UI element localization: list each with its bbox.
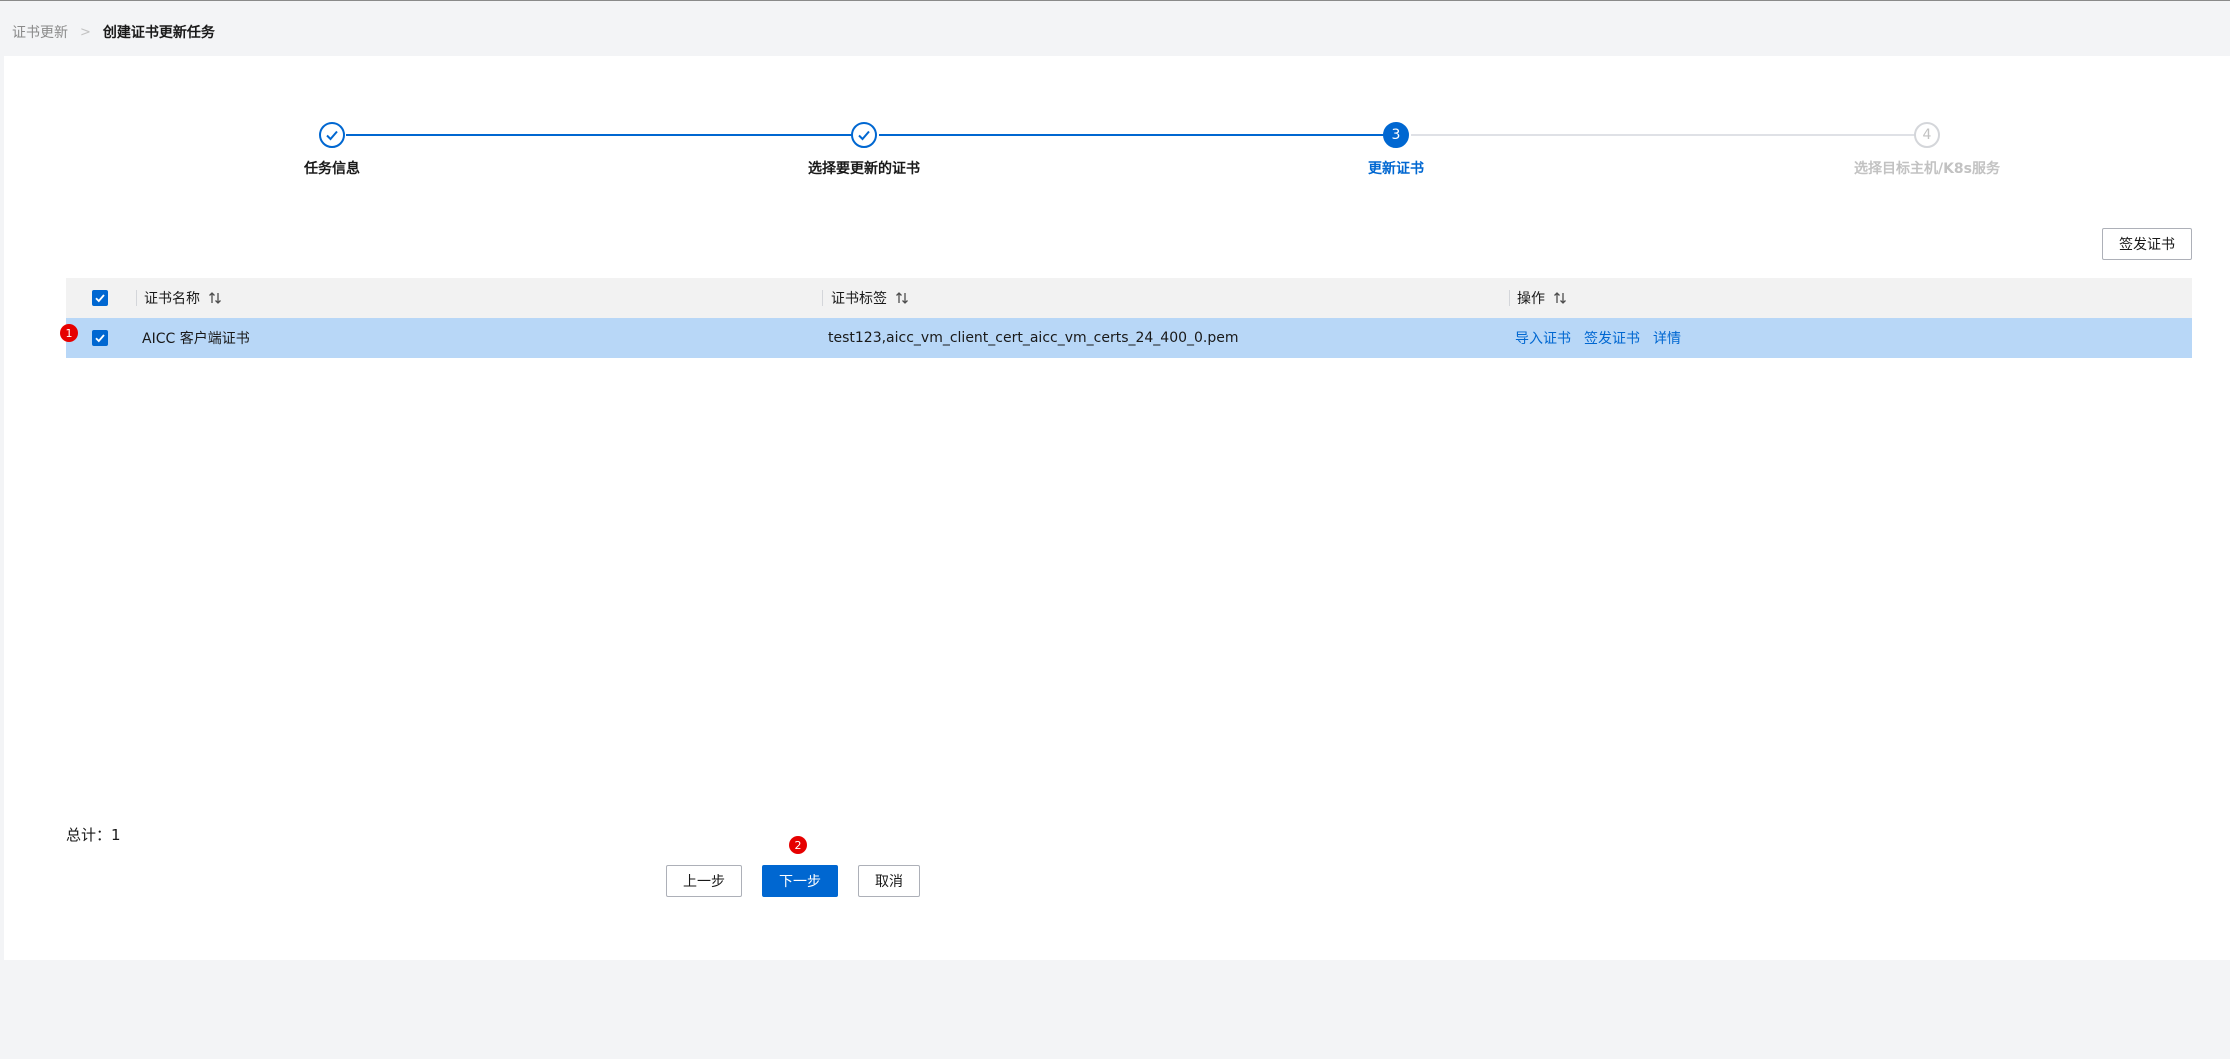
row-select-cell [92,318,108,358]
step-select-certs: 选择要更新的证书 [714,122,1014,178]
table-row[interactable]: AICC 客户端证书 test123,aicc_vm_client_cert_a… [66,318,2192,358]
column-divider [136,290,137,306]
cert-table: 证书名称 证书标签 操作 AICC 客户端证书 test123,aicc_vm_… [66,278,2192,358]
sort-icon[interactable] [208,291,222,305]
step-number: 4 [1914,122,1940,148]
table-header: 证书名称 证书标签 操作 [66,278,2192,318]
header-cert-name-label: 证书名称 [144,291,200,307]
step-task-info: 任务信息 [182,122,482,178]
step-number: 3 [1383,122,1409,148]
annotation-badge-2: 2 [789,836,807,854]
header-cert-label: 证书标签 [831,278,909,318]
sort-icon[interactable] [1553,291,1567,305]
import-cert-link[interactable]: 导入证书 [1515,328,1571,348]
header-cert-label-text: 证书标签 [831,291,887,307]
select-all-cell [92,278,108,318]
sort-icon[interactable] [895,291,909,305]
step-label: 选择要更新的证书 [808,161,920,177]
prev-step-button[interactable]: 上一步 [666,865,742,897]
header-actions: 操作 [1517,278,1567,318]
stepper: 任务信息 选择要更新的证书 3 更新证书 4 选择目标主机/K8s服务 [4,56,2230,196]
header-actions-label: 操作 [1517,291,1545,307]
select-all-checkbox[interactable] [92,290,108,306]
cert-name-cell: AICC 客户端证书 [142,331,250,347]
details-link[interactable]: 详情 [1653,328,1681,348]
row-checkbox[interactable] [92,330,108,346]
breadcrumb: 证书更新 > 创建证书更新任务 [12,22,215,42]
step-label: 选择目标主机/K8s服务 [1853,161,2001,177]
breadcrumb-separator: > [80,24,91,40]
step-check-icon [319,122,345,148]
breadcrumb-parent-link[interactable]: 证书更新 [12,22,68,42]
breadcrumb-current: 创建证书更新任务 [102,25,215,41]
window-top-border [0,0,2230,1]
actions-cell: 导入证书 签发证书 详情 [1515,318,1694,358]
column-divider [822,290,823,306]
issue-cert-link[interactable]: 签发证书 [1584,328,1640,348]
step-update-cert: 3 更新证书 [1246,122,1546,178]
main-panel: 任务信息 选择要更新的证书 3 更新证书 4 选择目标主机/K8s服务 签发证书 [4,56,2230,960]
step-select-target: 4 选择目标主机/K8s服务 [1777,122,2077,178]
total-count: 总计：1 [66,824,121,845]
column-divider [1509,290,1510,306]
step-check-icon [851,122,877,148]
issue-cert-button[interactable]: 签发证书 [2102,228,2192,260]
total-value: 1 [111,826,121,844]
annotation-badge-1: 1 [60,324,78,342]
step-label: 任务信息 [304,161,360,177]
next-step-button[interactable]: 下一步 [762,865,838,897]
cert-label-cell: test123,aicc_vm_client_cert_aicc_vm_cert… [828,330,1239,346]
header-cert-name: 证书名称 [144,278,222,318]
cancel-button[interactable]: 取消 [858,865,920,897]
total-label: 总计： [66,826,112,844]
step-label: 更新证书 [1368,161,1424,177]
